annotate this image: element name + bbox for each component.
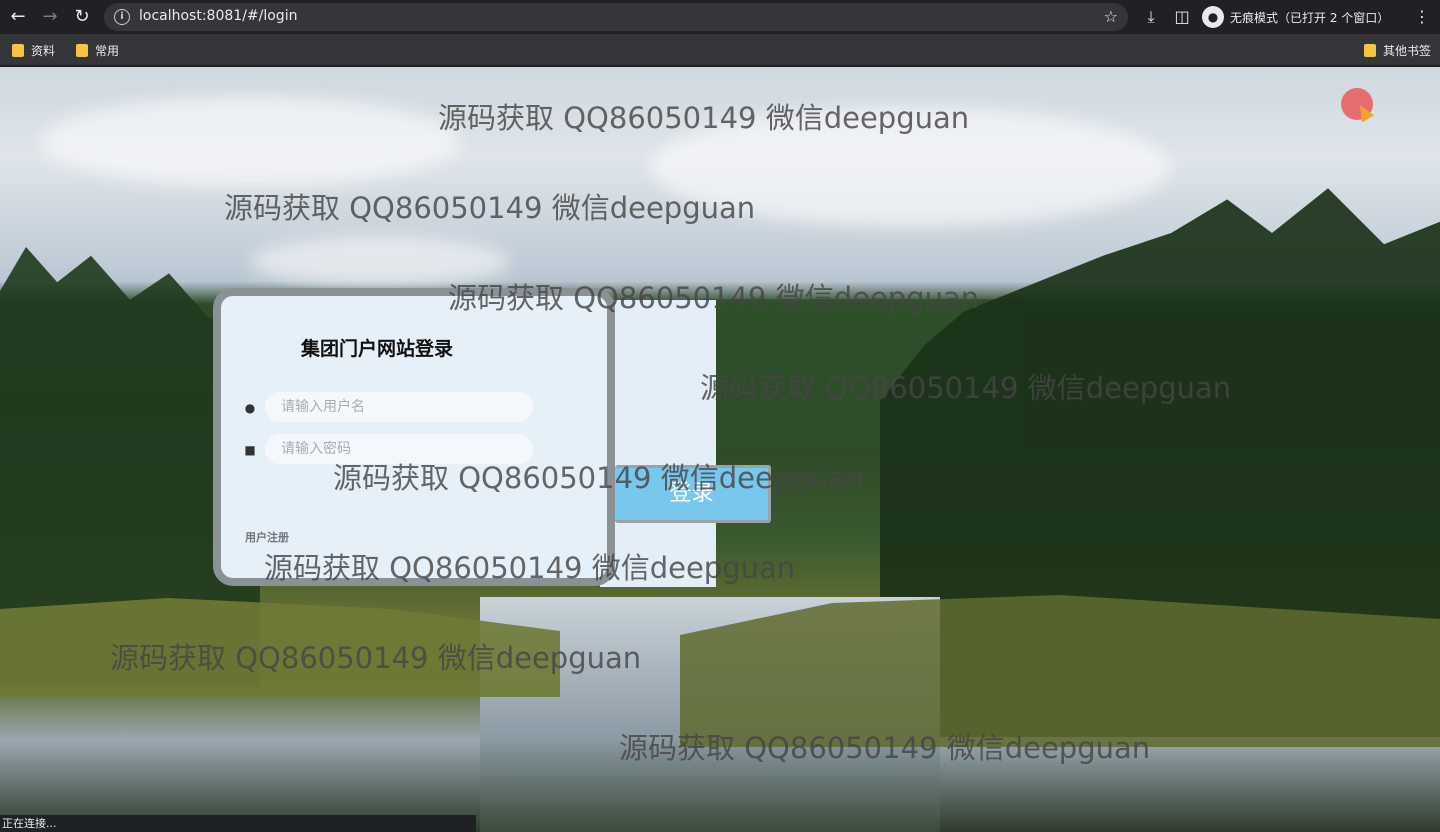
folder-icon — [76, 43, 88, 57]
star-icon[interactable]: ☆ — [1104, 7, 1118, 26]
login-button[interactable]: 登录 — [615, 465, 771, 523]
user-icon: ● — [244, 401, 256, 415]
status-bar: 正在连接... — [0, 815, 476, 832]
folder-icon — [1364, 43, 1376, 57]
bookmark-folder-changyong[interactable]: 常用 — [76, 40, 119, 60]
bookmarks-bar: 资料 常用 其他书签 — [0, 34, 1440, 66]
incognito-label: 无痕模式（已打开 2 个窗口） — [1230, 10, 1390, 25]
browser-toolbar: ← → ↻ i localhost:8081/#/login ☆ ⤓ ◫ ● 无… — [0, 0, 1440, 34]
bookmark-folder-other[interactable]: 其他书签 — [1364, 40, 1431, 60]
register-link[interactable]: 用户注册 — [245, 529, 289, 545]
password-input[interactable] — [265, 434, 533, 464]
arrow-right-icon[interactable]: → — [38, 5, 62, 29]
address-bar[interactable]: i localhost:8081/#/login ☆ — [104, 3, 1128, 31]
incognito-icon: ● — [1202, 6, 1224, 28]
folder-icon — [12, 43, 24, 57]
username-input[interactable] — [265, 392, 533, 422]
lock-icon: ■ — [244, 443, 256, 457]
more-vert-icon[interactable]: ⋮ — [1410, 5, 1434, 29]
bookmark-folder-ziliao[interactable]: 资料 — [12, 40, 55, 60]
side-panel-icon[interactable]: ◫ — [1170, 5, 1194, 29]
login-panel-extension — [600, 300, 716, 587]
info-icon[interactable]: i — [114, 9, 130, 25]
page-viewport: 集团门户网站登录 ● ■ 用户注册 登录 源码获取 QQ86050149 微信d… — [0, 67, 1440, 832]
download-icon[interactable]: ⤓ — [1139, 5, 1163, 29]
reload-icon[interactable]: ↻ — [70, 5, 94, 29]
incognito-indicator[interactable]: ● 无痕模式（已打开 2 个窗口） — [1202, 3, 1389, 31]
url-text[interactable]: localhost:8081/#/login — [139, 8, 297, 24]
arrow-left-icon[interactable]: ← — [6, 5, 30, 29]
login-card: 集团门户网站登录 ● ■ 用户注册 — [213, 288, 615, 586]
login-title: 集团门户网站登录 — [301, 338, 454, 360]
